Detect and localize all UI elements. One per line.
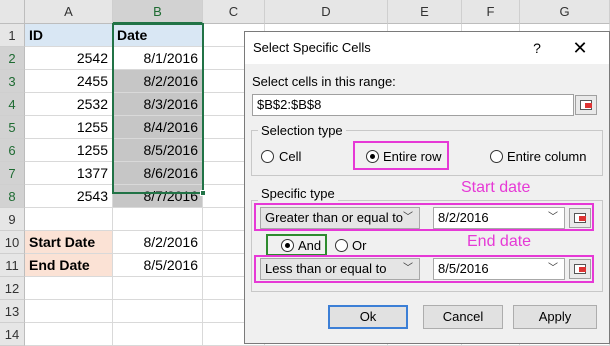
radio-entire-row[interactable] <box>366 150 379 163</box>
column-header-d[interactable]: D <box>265 0 388 24</box>
close-button[interactable]: ✕ <box>567 36 593 60</box>
row-header-11[interactable]: 11 <box>0 254 25 277</box>
cell-id[interactable]: 1255 <box>25 139 113 162</box>
specific-type-title: Specific type <box>258 186 338 201</box>
end-date-note: End date <box>467 233 532 250</box>
cell-id[interactable]: 2542 <box>25 47 113 70</box>
cell-date[interactable]: 8/2/2016 <box>113 70 203 93</box>
row-header-4[interactable]: 4 <box>0 93 25 116</box>
radio-entire-column[interactable] <box>490 150 503 163</box>
row-header-14[interactable]: 14 <box>0 323 25 346</box>
column-header-b[interactable]: B <box>113 0 203 24</box>
dialog-titlebar[interactable]: Select Specific Cells ? ✕ <box>245 32 609 64</box>
row-header-3[interactable]: 3 <box>0 70 25 93</box>
empty-cell[interactable] <box>113 300 203 323</box>
radio-or[interactable] <box>335 239 348 252</box>
column-header-f[interactable]: F <box>462 0 520 24</box>
cell-a10[interactable]: Start Date <box>25 231 113 254</box>
row-header-9[interactable]: 9 <box>0 208 25 231</box>
radio-entire-row-label[interactable]: Entire row <box>383 149 442 164</box>
cell-id[interactable]: 2455 <box>25 70 113 93</box>
radio-and[interactable] <box>281 239 294 252</box>
row-header-2[interactable]: 2 <box>0 47 25 70</box>
cell-id[interactable]: 1377 <box>25 162 113 185</box>
start-date-note: Start date <box>461 179 531 196</box>
range-label: Select cells in this range: <box>252 74 396 89</box>
radio-entire-column-label[interactable]: Entire column <box>507 149 586 164</box>
chevron-down-icon: ﹀ <box>403 212 413 223</box>
value1-value: 8/2/2016 <box>438 210 489 225</box>
column-header-e[interactable]: E <box>388 0 462 24</box>
cell-id[interactable]: 2543 <box>25 185 113 208</box>
radio-or-label[interactable]: Or <box>352 238 366 253</box>
value2-select[interactable]: 8/5/2016 ﹀ <box>433 258 565 280</box>
empty-cell[interactable] <box>25 323 113 346</box>
cell-date[interactable]: 8/4/2016 <box>113 116 203 139</box>
column-header-c[interactable]: C <box>203 0 265 24</box>
value2-picker-icon[interactable] <box>569 259 591 279</box>
radio-cell[interactable] <box>261 150 274 163</box>
value2-value: 8/5/2016 <box>438 261 489 276</box>
empty-cell[interactable] <box>113 208 203 231</box>
operator1-select[interactable]: Greater than or equal to ﹀ <box>260 207 420 229</box>
row-header-1[interactable]: 1 <box>0 24 25 47</box>
cell-a1[interactable]: ID <box>25 24 113 47</box>
range-picker-icon[interactable] <box>575 95 597 115</box>
radio-and-label[interactable]: And <box>298 238 321 253</box>
apply-button[interactable]: Apply <box>513 305 597 329</box>
dialog-title: Select Specific Cells <box>253 40 371 55</box>
empty-cell[interactable] <box>25 277 113 300</box>
chevron-down-icon: ﹀ <box>548 212 558 223</box>
cell-id[interactable]: 1255 <box>25 116 113 139</box>
row-header-12[interactable]: 12 <box>0 277 25 300</box>
select-all-corner[interactable] <box>0 0 25 24</box>
cell-id[interactable]: 2532 <box>25 93 113 116</box>
operator2-select[interactable]: Less than or equal to ﹀ <box>260 258 420 280</box>
row-header-8[interactable]: 8 <box>0 185 25 208</box>
fill-handle[interactable] <box>200 190 206 196</box>
empty-cell[interactable] <box>113 323 203 346</box>
cell-date[interactable]: 8/1/2016 <box>113 47 203 70</box>
chevron-down-icon: ﹀ <box>403 263 413 274</box>
ok-button[interactable]: Ok <box>328 305 408 329</box>
cancel-button[interactable]: Cancel <box>423 305 503 329</box>
empty-cell[interactable] <box>113 277 203 300</box>
cell-date[interactable]: 8/6/2016 <box>113 162 203 185</box>
value1-picker-icon[interactable] <box>569 208 591 228</box>
cell-b11[interactable]: 8/5/2016 <box>113 254 203 277</box>
empty-cell[interactable] <box>25 208 113 231</box>
cell-a11[interactable]: End Date <box>25 254 113 277</box>
cell-date[interactable]: 8/3/2016 <box>113 93 203 116</box>
cell-b10[interactable]: 8/2/2016 <box>113 231 203 254</box>
cell-date[interactable]: 8/7/2016 <box>113 185 203 208</box>
operator2-value: Less than or equal to <box>265 261 387 276</box>
selection-type-title: Selection type <box>258 123 346 138</box>
column-header-a[interactable]: A <box>25 0 113 24</box>
radio-cell-label[interactable]: Cell <box>279 149 301 164</box>
row-header-10[interactable]: 10 <box>0 231 25 254</box>
select-specific-cells-dialog: Select Specific Cells ? ✕ Select cells i… <box>244 31 610 344</box>
value1-select[interactable]: 8/2/2016 ﹀ <box>433 207 565 229</box>
range-input[interactable]: $B$2:$B$8 <box>252 94 574 116</box>
help-button[interactable]: ? <box>527 38 547 58</box>
cell-date[interactable]: 8/5/2016 <box>113 139 203 162</box>
chevron-down-icon: ﹀ <box>548 263 558 274</box>
row-header-13[interactable]: 13 <box>0 300 25 323</box>
cell-b1[interactable]: Date <box>113 24 203 47</box>
row-header-7[interactable]: 7 <box>0 162 25 185</box>
column-header-g[interactable]: G <box>520 0 610 24</box>
empty-cell[interactable] <box>25 300 113 323</box>
operator1-value: Greater than or equal to <box>265 210 404 225</box>
row-header-6[interactable]: 6 <box>0 139 25 162</box>
row-header-5[interactable]: 5 <box>0 116 25 139</box>
